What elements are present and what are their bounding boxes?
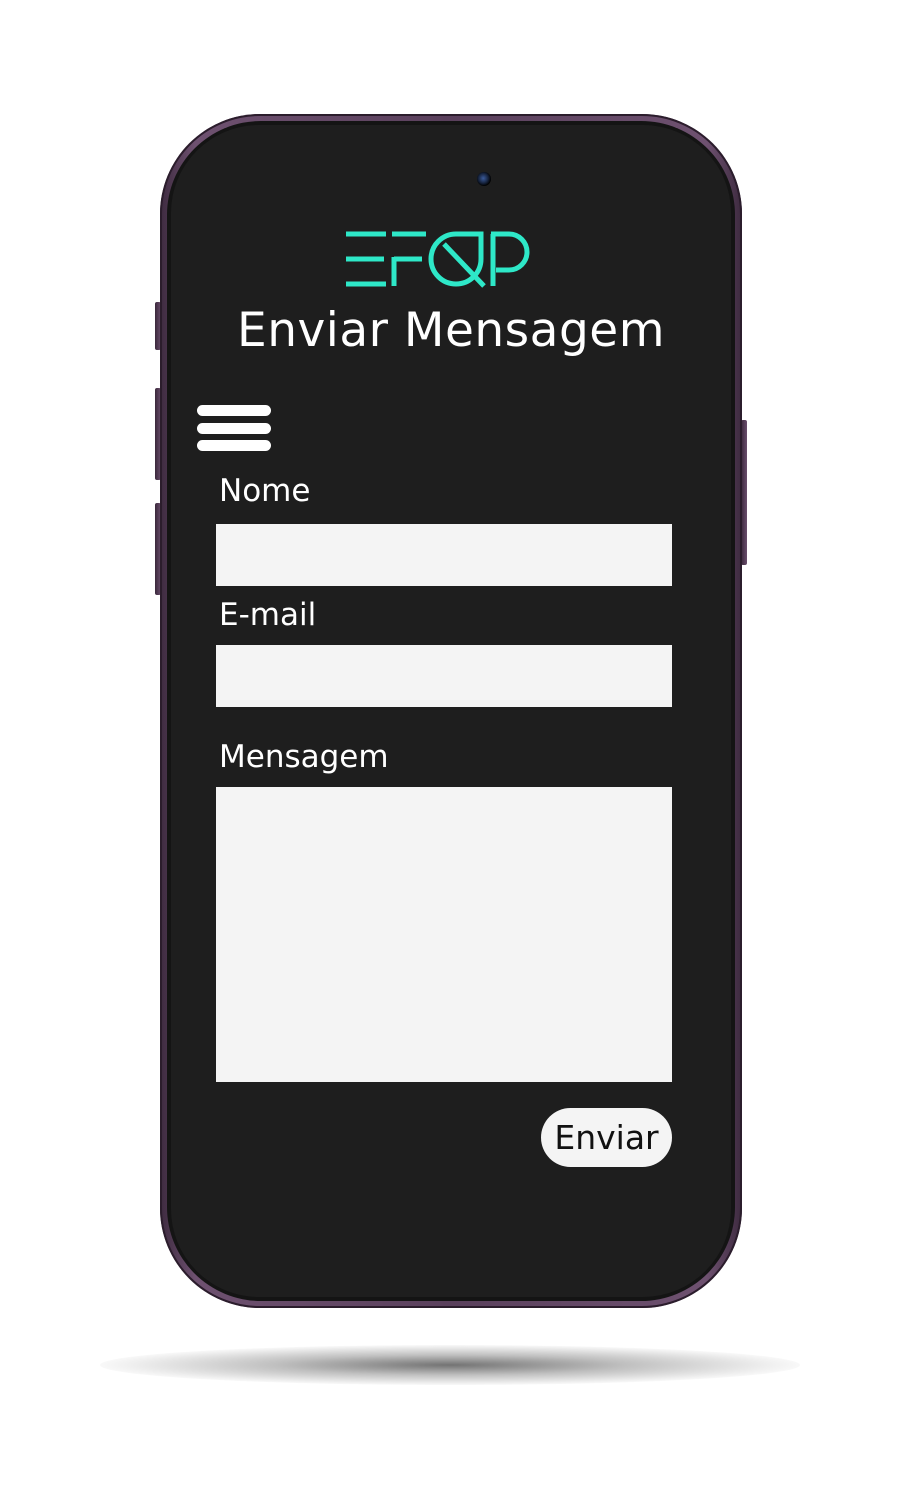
floor-shadow	[100, 1345, 800, 1385]
message-textarea[interactable]	[216, 787, 672, 1082]
email-label: E-mail	[219, 597, 317, 633]
name-label: Nome	[219, 473, 311, 509]
efqp-logo	[346, 231, 530, 288]
device-mockup: Enviar Mensagem Nome E-mail Mensagem Env…	[0, 0, 901, 1501]
page-title: Enviar Mensagem	[237, 303, 665, 358]
menu-button[interactable]	[197, 405, 271, 453]
send-button[interactable]: Enviar	[541, 1108, 672, 1167]
message-label: Mensagem	[219, 739, 389, 775]
name-input[interactable]	[216, 524, 672, 586]
email-input[interactable]	[216, 645, 672, 707]
front-camera	[477, 172, 491, 186]
